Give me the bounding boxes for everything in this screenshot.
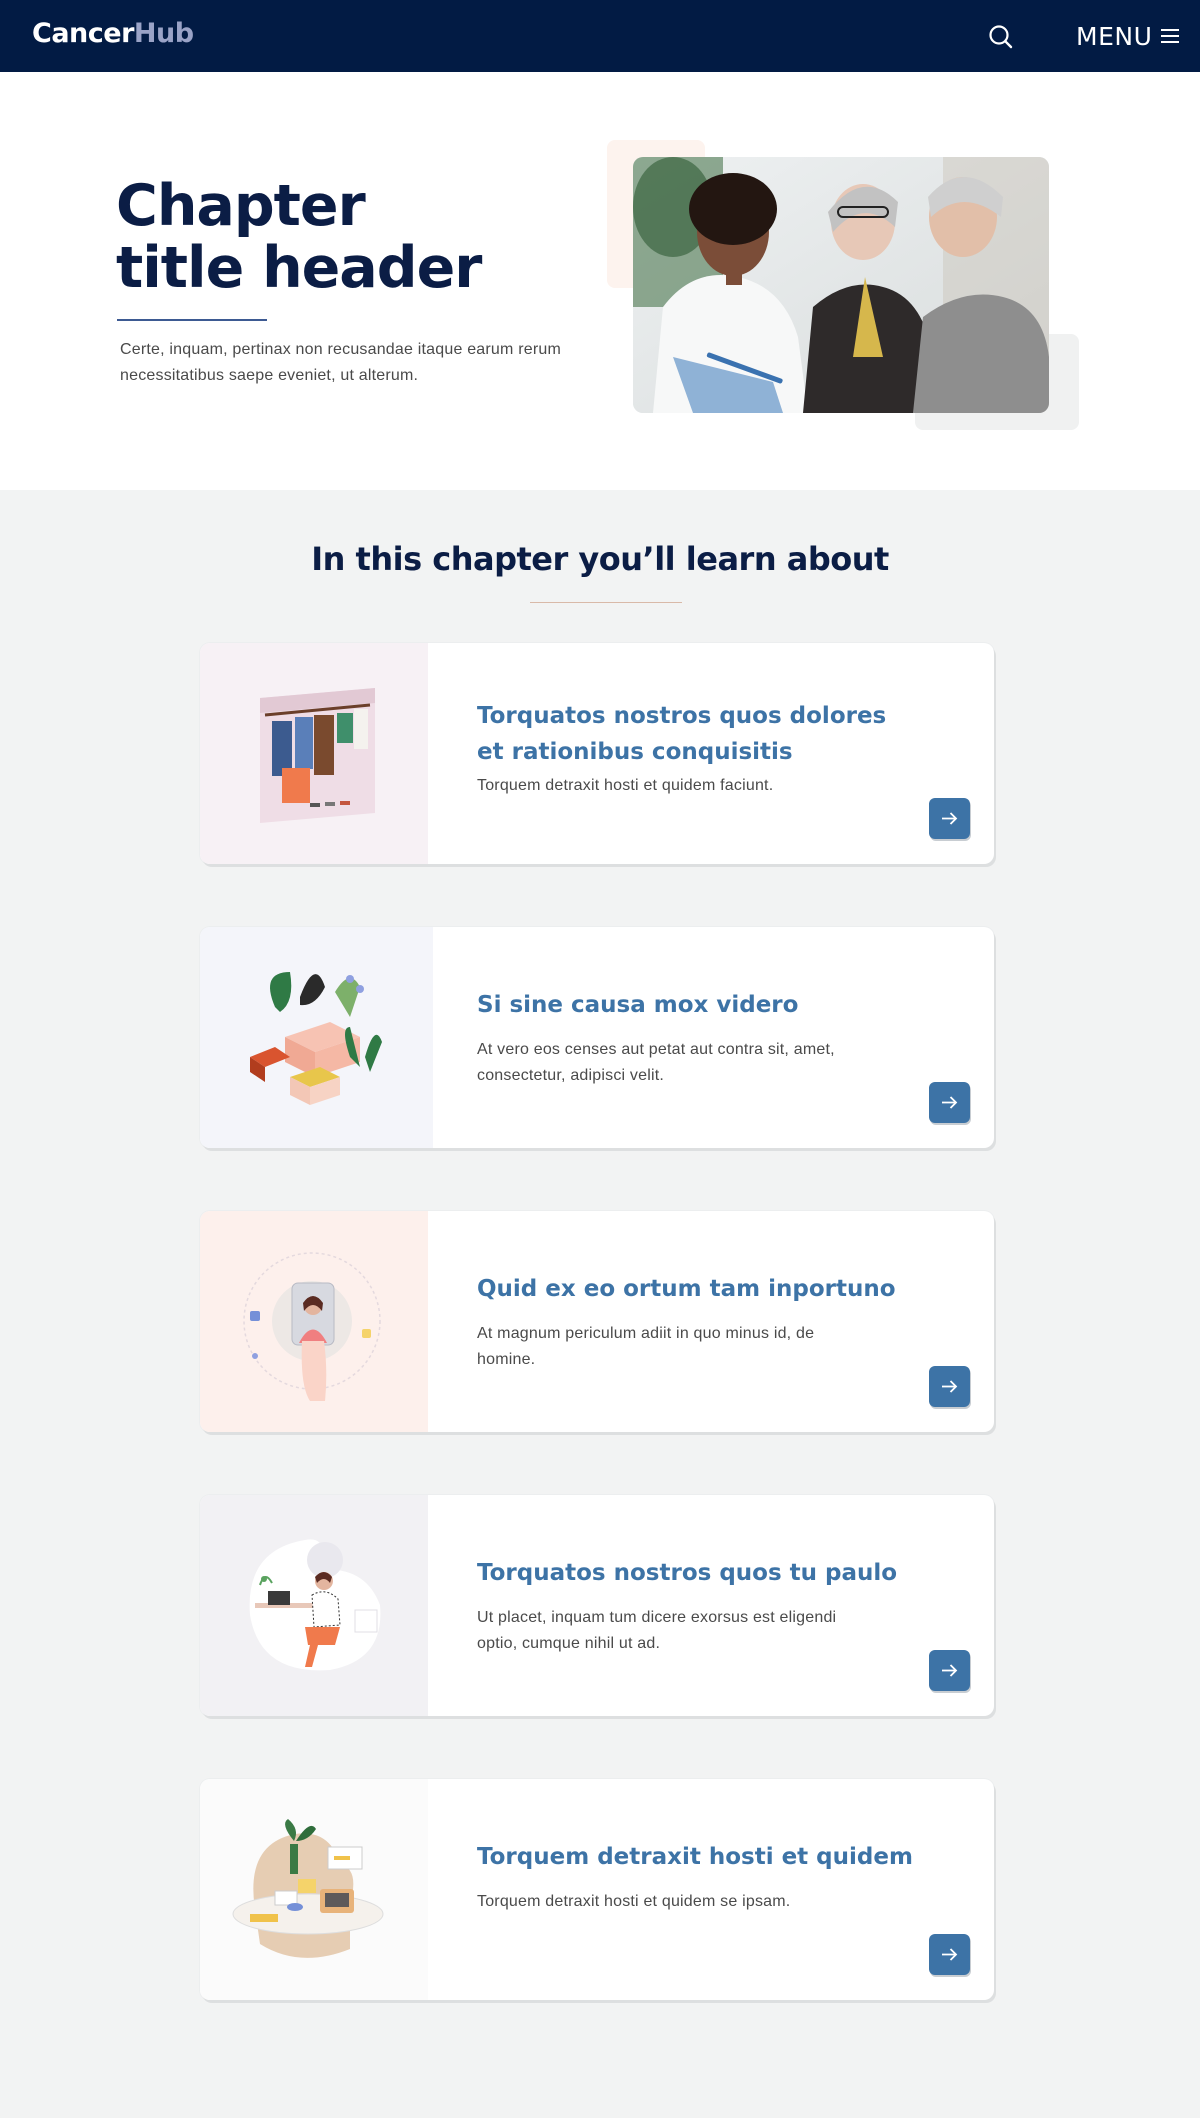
topic-card-4-title[interactable]: Torquatos nostros quos tu paulo <box>477 1555 917 1591</box>
chapter-description: Certe, inquam, pertinax non recusandae i… <box>120 341 561 384</box>
topic-card-1[interactable]: Torquatos nostros quos dolores et ration… <box>200 643 994 864</box>
hero-section: Chapter title header Certe, inquam, pert… <box>0 72 1200 490</box>
topic-card-5-illustration <box>200 1779 428 2000</box>
arrow-right-icon[interactable] <box>929 1934 970 1975</box>
search-icon[interactable] <box>986 22 1016 52</box>
logo-text-hub: Hub <box>133 18 194 49</box>
topic-card-1-illustration <box>200 643 428 864</box>
topic-card-4[interactable]: Torquatos nostros quos tu paulo Ut place… <box>200 1495 994 1716</box>
arrow-right-icon[interactable] <box>929 798 970 839</box>
topic-card-5-description: Torquem detraxit hosti et quidem se ipsa… <box>477 1893 791 1910</box>
cancerhub-logo[interactable]: CancerHub <box>32 18 194 49</box>
topic-card-3-illustration <box>200 1211 428 1432</box>
chapter-title-line-1: Chapter <box>116 173 366 239</box>
topic-card-3-description: At magnum periculum adiit in quo minus i… <box>477 1325 815 1368</box>
top-navigation-bar: CancerHub MENU <box>0 0 1200 72</box>
topic-card-5-title[interactable]: Torquem detraxit hosti et quidem <box>477 1839 917 1875</box>
topic-card-3-title[interactable]: Quid ex eo ortum tam inportuno <box>477 1271 917 1307</box>
chapter-title-line-2: title header <box>116 235 482 301</box>
topic-card-2[interactable]: Si sine causa mox videro At vero eos cen… <box>200 927 994 1148</box>
menu-button[interactable]: MENU <box>1076 21 1180 51</box>
topic-card-1-description: Torquem detraxit hosti et quidem faciunt… <box>477 777 774 794</box>
topic-card-2-illustration <box>200 927 433 1148</box>
page-bottom-edge <box>0 2118 1200 2126</box>
topic-card-3[interactable]: Quid ex eo ortum tam inportuno At magnum… <box>200 1211 994 1432</box>
arrow-right-icon[interactable] <box>929 1650 970 1691</box>
topic-card-2-description: At vero eos censes aut petat aut contra … <box>477 1041 835 1084</box>
topic-card-5[interactable]: Torquem detraxit hosti et quidem Torquem… <box>200 1779 994 2000</box>
learn-section-divider <box>530 602 682 603</box>
arrow-right-icon[interactable] <box>929 1082 970 1123</box>
chapter-title: Chapter title header <box>116 175 556 299</box>
topic-card-4-illustration <box>200 1495 428 1716</box>
title-divider <box>117 319 267 321</box>
hero-photo-doctor-with-patients <box>633 157 1049 413</box>
arrow-right-icon[interactable] <box>929 1366 970 1407</box>
logo-text-cancer: Cancer <box>32 18 134 49</box>
topic-card-1-title[interactable]: Torquatos nostros quos dolores et ration… <box>477 698 917 770</box>
hamburger-icon <box>1161 29 1180 43</box>
learn-section-title: In this chapter you’ll learn about <box>311 540 889 578</box>
topic-card-4-description: Ut placet, inquam tum dicere exorsus est… <box>477 1609 837 1652</box>
menu-label: MENU <box>1076 21 1153 51</box>
topic-card-2-title[interactable]: Si sine causa mox videro <box>477 987 917 1023</box>
